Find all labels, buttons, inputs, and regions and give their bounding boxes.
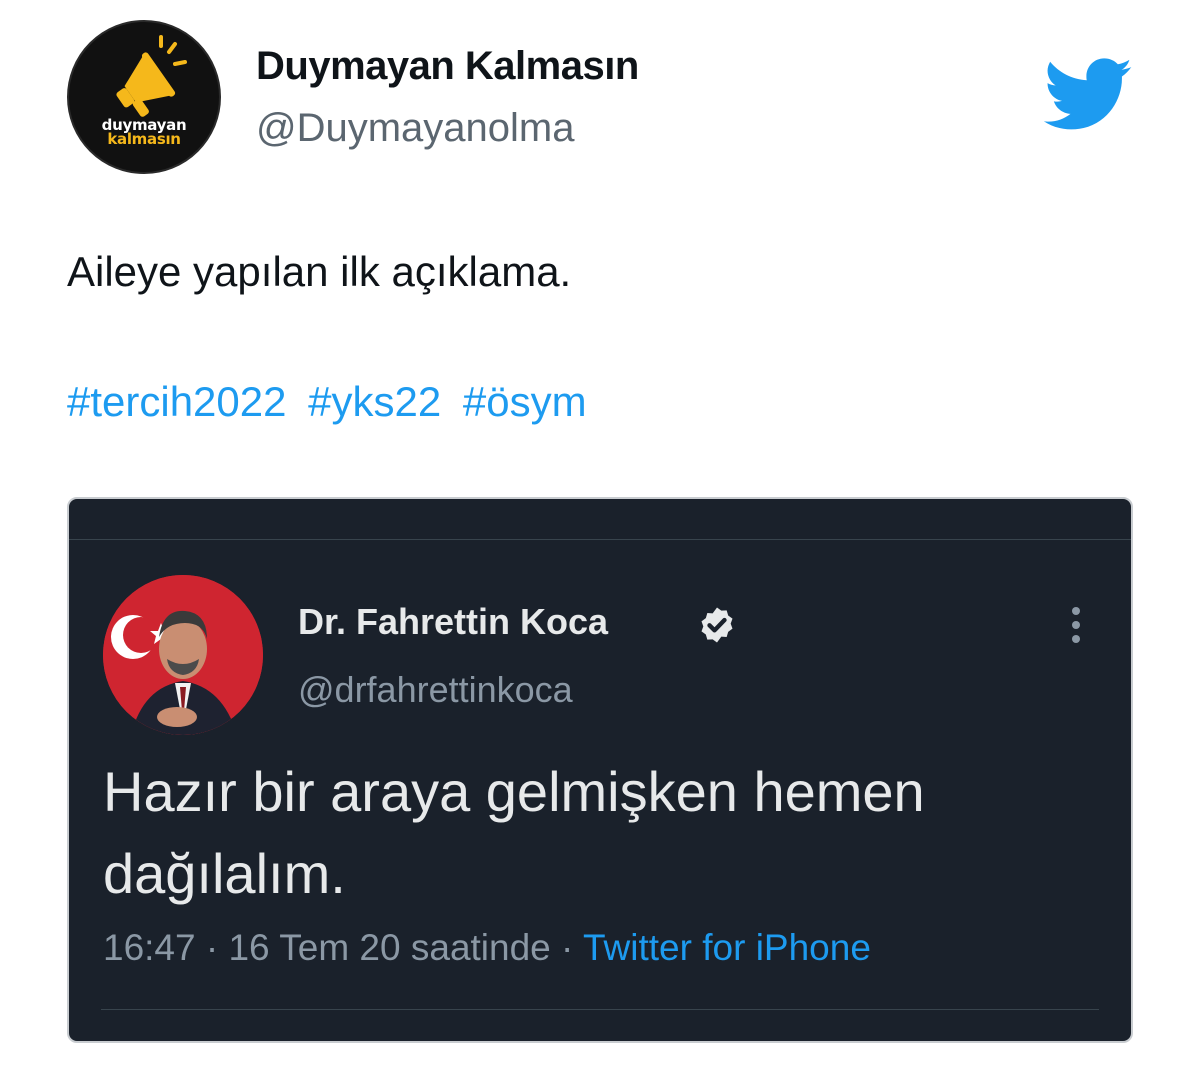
divider: [69, 539, 1131, 540]
meta-separator: ·: [561, 927, 574, 968]
tweet-text: Aileye yapılan ilk açıklama.: [67, 248, 572, 295]
quoted-handle[interactable]: @drfahrettinkoca: [298, 669, 573, 711]
author-handle[interactable]: @Duymayanolma: [256, 106, 575, 151]
tweet-time[interactable]: 16:47: [103, 927, 196, 968]
author-avatar[interactable]: duymayan kalmasın: [67, 20, 221, 174]
hashtag-link[interactable]: #tercih2022: [67, 378, 287, 425]
author-display-name[interactable]: Duymayan Kalmasın: [256, 44, 639, 89]
hashtag-link[interactable]: #yks22: [308, 378, 441, 425]
divider: [101, 1009, 1099, 1010]
megaphone-icon: [116, 35, 187, 117]
more-options-icon[interactable]: [1064, 603, 1088, 647]
tweet-source-link[interactable]: Twitter for iPhone: [583, 927, 871, 968]
tweet-date[interactable]: 16 Tem 20 saatinde: [228, 927, 550, 968]
avatar-logo-text-2: kalmasın: [107, 130, 181, 148]
quoted-tweet-text: Hazır bir araya gelmişken hemen dağılalı…: [103, 760, 925, 905]
quoted-tweet-meta: 16:47 · 16 Tem 20 saatinde · Twitter for…: [103, 927, 871, 969]
hashtag-link[interactable]: #ösym: [463, 378, 587, 425]
portrait-photo: [103, 575, 263, 735]
quoted-author-avatar[interactable]: [103, 575, 263, 735]
quoted-display-name[interactable]: Dr. Fahrettin Koca: [298, 601, 608, 643]
verified-badge-icon: [701, 607, 733, 643]
tweet-hashtags: #tercih2022 #yks22 #ösym: [67, 378, 597, 426]
meta-separator: ·: [205, 927, 219, 968]
quoted-tweet-image[interactable]: Dr. Fahrettin Koca @drfahrettinkoca Hazı…: [67, 497, 1133, 1043]
twitter-bird-icon[interactable]: [1044, 58, 1134, 132]
